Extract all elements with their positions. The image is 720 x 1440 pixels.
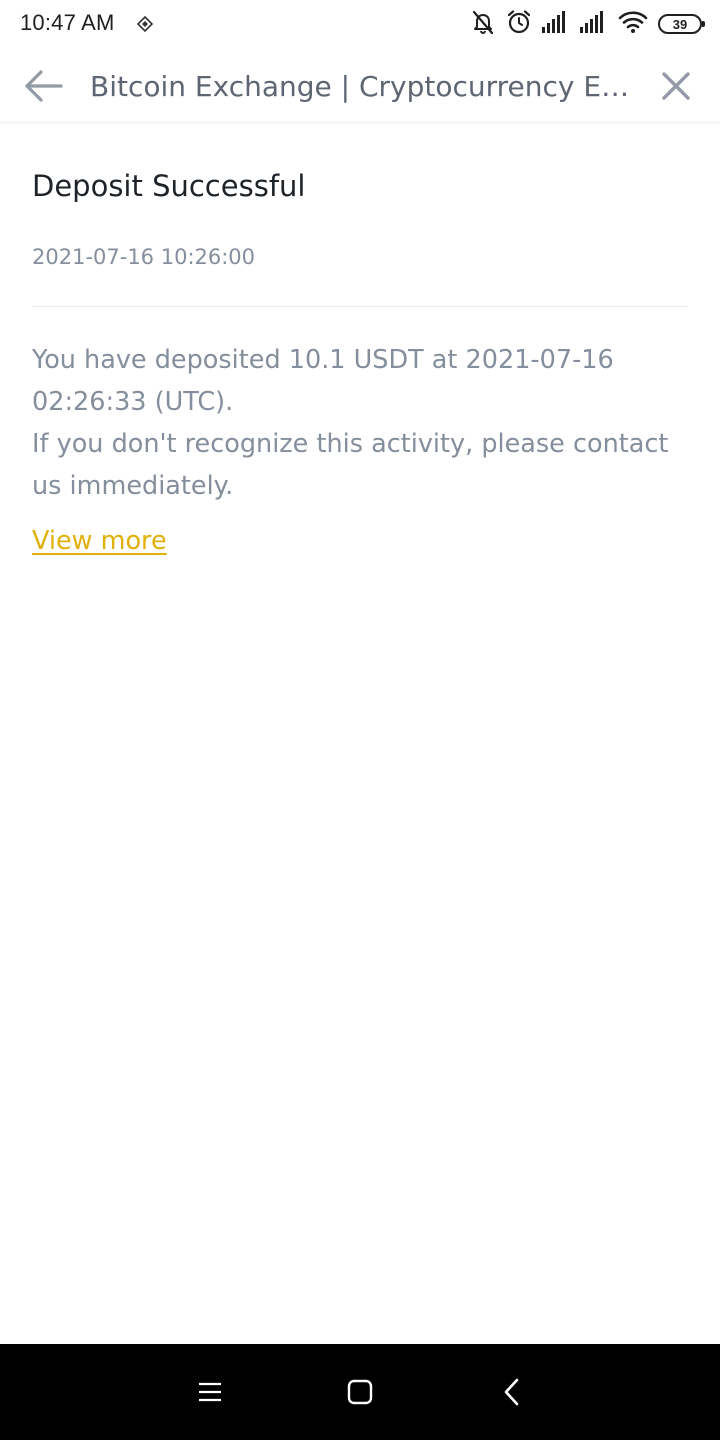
- page-title: Bitcoin Exchange | Cryptocurrency Exc...: [90, 70, 635, 103]
- signal-icon: [542, 11, 570, 37]
- message-date: 2021-07-16 10:26:00: [32, 245, 256, 269]
- message-body-line: If you don't recognize this activity, pl…: [32, 429, 669, 501]
- message-body: You have deposited 10.1 USDT at 2021-07-…: [32, 339, 688, 507]
- battery-tip: [702, 21, 705, 27]
- message-title: Deposit Successful: [32, 169, 306, 203]
- status-bar: 10:47 AM 39: [0, 0, 720, 50]
- arrow-left-icon: [25, 70, 63, 102]
- screen: 10:47 AM 39 Bitcoin Exchange | Cryptocur…: [0, 0, 720, 1440]
- battery-level: 39: [672, 16, 688, 32]
- binance-notification-icon: [136, 15, 154, 33]
- status-icons: 39: [470, 9, 705, 39]
- back-button[interactable]: [22, 66, 64, 106]
- view-more-link[interactable]: View more: [32, 521, 167, 561]
- system-nav-bar: [0, 1344, 720, 1440]
- menu-icon: [199, 1382, 221, 1402]
- back-icon: [504, 1378, 519, 1406]
- app-header: Bitcoin Exchange | Cryptocurrency Exc...: [0, 50, 720, 123]
- wifi-icon: [618, 10, 648, 38]
- home-button[interactable]: [340, 1374, 380, 1410]
- message-detail: Deposit Successful 2021-07-16 10:26:00 Y…: [32, 122, 688, 561]
- signal-icon: [580, 11, 608, 37]
- close-icon: [662, 72, 690, 100]
- divider: [32, 306, 688, 307]
- home-icon: [347, 1379, 373, 1405]
- close-button[interactable]: [656, 66, 696, 106]
- nav-back-button[interactable]: [492, 1374, 532, 1410]
- mute-icon: [470, 9, 496, 39]
- alarm-icon: [506, 9, 532, 39]
- battery-icon: 39: [658, 14, 705, 34]
- menu-button[interactable]: [190, 1374, 230, 1410]
- status-time: 10:47 AM: [20, 10, 115, 35]
- message-body-line: You have deposited 10.1 USDT at 2021-07-…: [32, 345, 614, 417]
